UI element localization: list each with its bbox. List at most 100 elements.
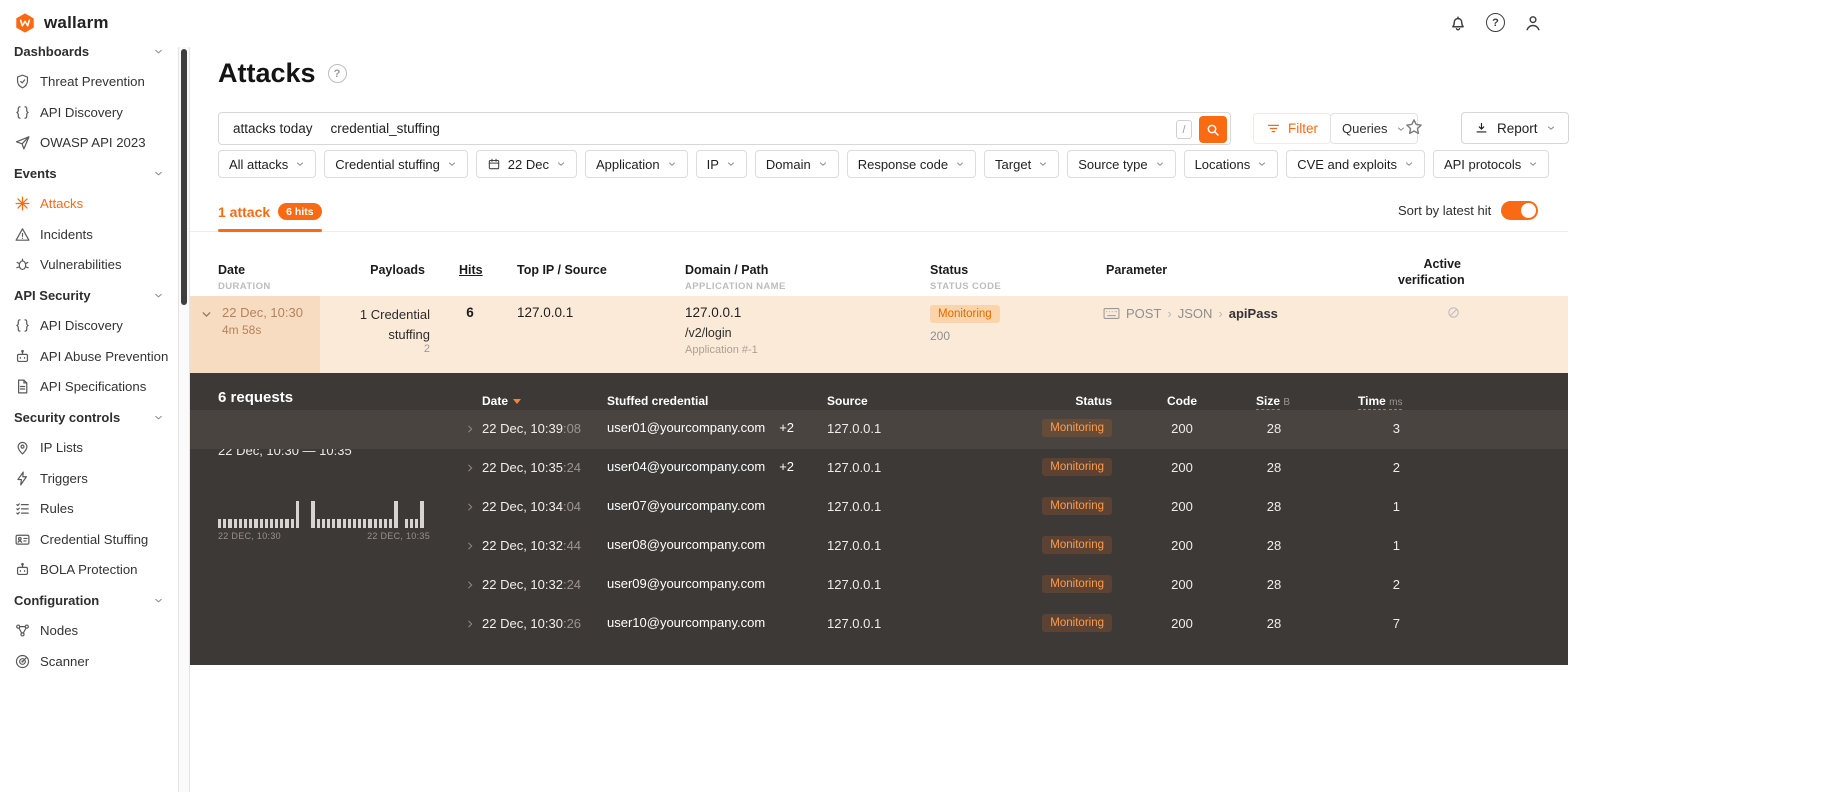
request-row[interactable]: 22 Dec, 10:32:44 user08@yourcompany.com …	[189, 527, 1568, 566]
id-card-icon	[14, 531, 31, 548]
status-badge: Monitoring	[930, 305, 1000, 323]
filter-chip-date[interactable]: 22 Dec	[475, 150, 577, 178]
report-label: Report	[1497, 120, 1538, 136]
filter-chip-cve-and-exploits[interactable]: CVE and exploits	[1286, 150, 1425, 178]
sidebar-item-vulnerabilities[interactable]: Vulnerabilities	[0, 250, 178, 281]
filter-chip-credential-stuffing[interactable]: Credential stuffing	[324, 150, 468, 178]
sidebar-item-incidents[interactable]: Incidents	[0, 219, 178, 250]
filter-chip-all-attacks[interactable]: All attacks	[218, 150, 317, 178]
chip-label: API protocols	[1443, 156, 1522, 172]
requests-header-time[interactable]: Time ms	[1358, 394, 1403, 410]
sidebar-item-credential-stuffing[interactable]: Credential Stuffing	[0, 524, 178, 555]
request-credential: user09@yourcompany.com	[607, 576, 766, 591]
sidebar-section-security-controls[interactable]: Security controls	[0, 402, 178, 433]
sidebar-item-api-specifications[interactable]: API Specifications	[0, 372, 178, 403]
sidebar-item-rules[interactable]: Rules	[0, 494, 178, 525]
chevron-right-icon[interactable]	[465, 580, 475, 590]
search-button[interactable]	[1199, 116, 1227, 143]
filter-chip-api-protocols[interactable]: API protocols	[1432, 150, 1550, 178]
status-badge: Monitoring	[1042, 497, 1112, 515]
shield-icon	[14, 73, 31, 90]
request-row[interactable]: 22 Dec, 10:32:24 user09@yourcompany.com …	[189, 566, 1568, 605]
chevron-right-icon[interactable]	[465, 502, 475, 512]
scrollbar-thumb[interactable]	[181, 49, 187, 305]
map-pin-icon	[14, 439, 31, 456]
bell-icon[interactable]	[1448, 13, 1468, 33]
help-icon[interactable]: ?	[1486, 13, 1505, 32]
chip-label: Domain	[765, 156, 811, 172]
filter-chip-application[interactable]: Application	[585, 150, 688, 178]
sidebar-item-triggers[interactable]: Triggers	[0, 463, 178, 494]
keyboard-icon	[1103, 307, 1120, 320]
filter-chip-locations[interactable]: Locations	[1183, 150, 1279, 178]
chevron-right-icon[interactable]	[465, 424, 475, 434]
sidebar-item-api-discovery[interactable]: API Discovery	[0, 97, 178, 128]
sidebar-item-label: Attacks	[40, 196, 84, 212]
request-size: 28	[1266, 538, 1282, 553]
search-input[interactable]: attacks today credential_stuffing /	[218, 112, 1231, 145]
request-row[interactable]: 22 Dec, 10:30:26 user10@yourcompany.com …	[189, 605, 1568, 644]
header-label: Time	[1358, 394, 1386, 410]
report-button[interactable]: Report	[1461, 112, 1569, 144]
sidebar-section-dashboards[interactable]: Dashboards	[0, 36, 178, 67]
filter-chip-domain[interactable]: Domain	[754, 150, 839, 178]
sidebar-section-api-security[interactable]: API Security	[0, 280, 178, 311]
document-icon	[14, 378, 31, 395]
bug-icon	[14, 256, 31, 273]
request-row[interactable]: 22 Dec, 10:35:24 user04@yourcompany.com +…	[189, 449, 1568, 488]
active-tab-underline	[218, 229, 322, 232]
lightning-icon	[14, 470, 31, 487]
filter-chip-response-code[interactable]: Response code	[846, 150, 977, 178]
sidebar-item-owasp-api-2023[interactable]: OWASP API 2023	[0, 128, 178, 159]
attack-table-row[interactable]: 22 Dec, 10:30 4m 58s 1 Credential stuffi…	[189, 296, 1568, 373]
chevron-down-icon[interactable]	[200, 308, 213, 321]
sort-toggle[interactable]	[1501, 201, 1539, 220]
chevron-down-icon	[1038, 159, 1048, 169]
sort-label: Sort by latest hit	[1398, 203, 1492, 218]
user-icon[interactable]	[1523, 13, 1543, 33]
filter-chip-ip[interactable]: IP	[695, 150, 747, 178]
sidebar-scrollbar[interactable]	[178, 47, 190, 792]
request-code: 200	[1171, 460, 1193, 475]
sidebar-section-configuration[interactable]: Configuration	[0, 585, 178, 616]
sidebar-item-scanner[interactable]: Scanner	[0, 646, 178, 677]
requests-header-size[interactable]: Size B	[1256, 394, 1290, 410]
request-row[interactable]: 22 Dec, 10:34:04 user07@yourcompany.com …	[189, 488, 1568, 527]
sidebar-item-api-discovery-2[interactable]: API Discovery	[0, 311, 178, 342]
sidebar-item-api-abuse-prevention[interactable]: API Abuse Prevention	[0, 341, 178, 372]
request-source: 127.0.0.1	[827, 460, 882, 475]
request-row[interactable]: 22 Dec, 10:39:08 user01@yourcompany.com +…	[189, 410, 1568, 449]
chevron-right-icon[interactable]	[465, 541, 475, 551]
chip-label: All attacks	[229, 156, 289, 172]
column-header-hits[interactable]: Hits	[459, 263, 483, 277]
favorite-star-icon[interactable]	[1404, 117, 1424, 137]
column-header-payloads: Payloads	[370, 263, 425, 277]
search-icon	[1205, 122, 1221, 138]
sidebar-item-threat-prevention[interactable]: Threat Prevention	[0, 67, 178, 98]
chevron-down-icon	[1404, 159, 1414, 169]
filter-button[interactable]: Filter	[1253, 113, 1331, 144]
sidebar-item-ip-lists[interactable]: IP Lists	[0, 433, 178, 464]
requests-header-date[interactable]: Date	[482, 394, 522, 408]
tab-attacks-count[interactable]: 1 attack 6 hits	[218, 203, 322, 220]
sidebar-item-label: Triggers	[40, 470, 88, 486]
status-badge: Monitoring	[1042, 575, 1112, 593]
chevron-right-icon[interactable]	[465, 463, 475, 473]
request-time: 2	[1392, 460, 1400, 475]
checklist-icon	[14, 500, 31, 517]
chevron-down-icon	[153, 46, 164, 57]
chevron-down-icon	[153, 595, 164, 606]
chevron-right-icon[interactable]	[465, 619, 475, 629]
page-help-icon[interactable]: ?	[327, 64, 347, 83]
request-status: Monitoring	[1040, 418, 1112, 437]
search-token[interactable]: attacks today	[233, 121, 313, 136]
filter-chip-source-type[interactable]: Source type	[1067, 150, 1176, 178]
sidebar-item-nodes[interactable]: Nodes	[0, 616, 178, 647]
slash-shortcut-hint: /	[1176, 120, 1192, 139]
sidebar-item-attacks[interactable]: Attacks	[0, 189, 178, 220]
sidebar-section-events[interactable]: Events	[0, 158, 178, 189]
filter-chip-target[interactable]: Target	[984, 150, 1060, 178]
sidebar-item-bola-protection[interactable]: BOLA Protection	[0, 555, 178, 586]
attack-application: Application #-1	[685, 344, 758, 356]
search-token[interactable]: credential_stuffing	[331, 121, 440, 136]
